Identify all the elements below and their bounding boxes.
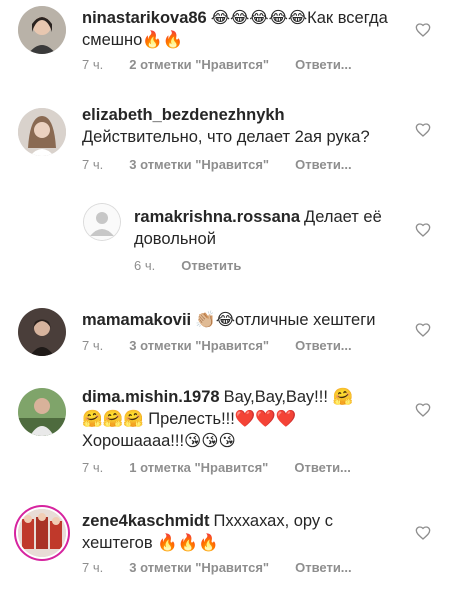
comment-time: 6 ч. xyxy=(134,258,156,273)
comment-item: dima.mishin.1978 Вау,Вау,Вау!!! 🤗🤗🤗🤗 Прел… xyxy=(0,380,449,490)
comment-meta: 6 ч. Ответить xyxy=(134,258,241,273)
heart-icon[interactable] xyxy=(415,322,431,338)
heart-icon[interactable] xyxy=(415,222,431,238)
avatar[interactable] xyxy=(18,509,66,557)
avatar[interactable] xyxy=(18,108,66,156)
reply-button[interactable]: Ответи... xyxy=(295,560,352,575)
avatar[interactable] xyxy=(18,6,66,54)
comment-text: elizabeth_bezdenezhnykh Действительно, чт… xyxy=(82,104,402,148)
comment-text: ninastarikova86 😂😂😂😂😂Как всегда смешно🔥🔥 xyxy=(82,7,392,51)
comment-likes[interactable]: 1 отметка "Нравится" xyxy=(129,460,268,475)
reply-button[interactable]: Ответи... xyxy=(294,460,351,475)
avatar[interactable] xyxy=(18,388,66,436)
reply-button[interactable]: Ответить xyxy=(181,258,241,273)
comment-username[interactable]: ramakrishna.rossana xyxy=(134,208,300,226)
comment-text: mamamakovii 👏🏼😂отличные хештеги xyxy=(82,309,402,331)
default-avatar-icon[interactable] xyxy=(84,204,120,240)
heart-icon[interactable] xyxy=(415,22,431,38)
comment-username[interactable]: dima.mishin.1978 xyxy=(82,388,220,406)
comment-item: mamamakovii 👏🏼😂отличные хештеги 7 ч. 3 отм… xyxy=(0,300,449,370)
heart-icon[interactable] xyxy=(415,402,431,418)
comment-body: 👏🏼😂отличные хештеги xyxy=(195,311,376,329)
comment-body: Действительно, что делает 2ая рука? xyxy=(82,128,370,146)
comment-username[interactable]: mamamakovii xyxy=(82,311,191,329)
heart-icon[interactable] xyxy=(415,122,431,138)
comment-likes[interactable]: 3 отметки "Нравится" xyxy=(129,560,269,575)
comment-time: 7 ч. xyxy=(82,157,104,172)
comment-meta: 7 ч. 2 отметки "Нравится" Ответи... xyxy=(82,57,352,72)
comment-likes[interactable]: 3 отметки "Нравится" xyxy=(129,157,269,172)
comment-text: ramakrishna.rossana Делает её довольной xyxy=(134,206,394,250)
comment-time: 7 ч. xyxy=(82,560,104,575)
comment-time: 7 ч. xyxy=(82,57,104,72)
comment-likes[interactable]: 2 отметки "Нравится" xyxy=(129,57,269,72)
comment-username[interactable]: zene4kaschmidt xyxy=(82,512,209,530)
comment-username[interactable]: ninastarikova86 xyxy=(82,9,207,27)
comment-text: zene4kaschmidt Пхххахах, ору с хештегов 🔥… xyxy=(82,510,372,554)
reply-button[interactable]: Ответи... xyxy=(295,338,352,353)
comment-username[interactable]: elizabeth_bezdenezhnykh xyxy=(82,106,285,124)
comment-meta: 7 ч. 1 отметка "Нравится" Ответи... xyxy=(82,460,351,475)
reply-button[interactable]: Ответи... xyxy=(295,157,352,172)
reply-button[interactable]: Ответи... xyxy=(295,57,352,72)
comment-time: 7 ч. xyxy=(82,460,104,475)
comment-item: ninastarikova86 😂😂😂😂😂Как всегда смешно🔥🔥 … xyxy=(0,0,449,90)
comment-meta: 7 ч. 3 отметки "Нравится" Ответи... xyxy=(82,560,352,575)
avatar[interactable] xyxy=(18,308,66,356)
reply-item: ramakrishna.rossana Делает её довольной 6… xyxy=(0,196,449,286)
comment-time: 7 ч. xyxy=(82,338,104,353)
comment-item: elizabeth_bezdenezhnykh Действительно, чт… xyxy=(0,100,449,180)
comment-likes[interactable]: 3 отметки "Нравится" xyxy=(129,338,269,353)
comment-meta: 7 ч. 3 отметки "Нравится" Ответи... xyxy=(82,157,352,172)
comment-meta: 7 ч. 3 отметки "Нравится" Ответи... xyxy=(82,338,352,353)
comment-text: dima.mishin.1978 Вау,Вау,Вау!!! 🤗🤗🤗🤗 Прел… xyxy=(82,386,362,452)
heart-icon[interactable] xyxy=(415,525,431,541)
comment-item: zene4kaschmidt Пхххахах, ору с хештегов 🔥… xyxy=(0,505,449,600)
